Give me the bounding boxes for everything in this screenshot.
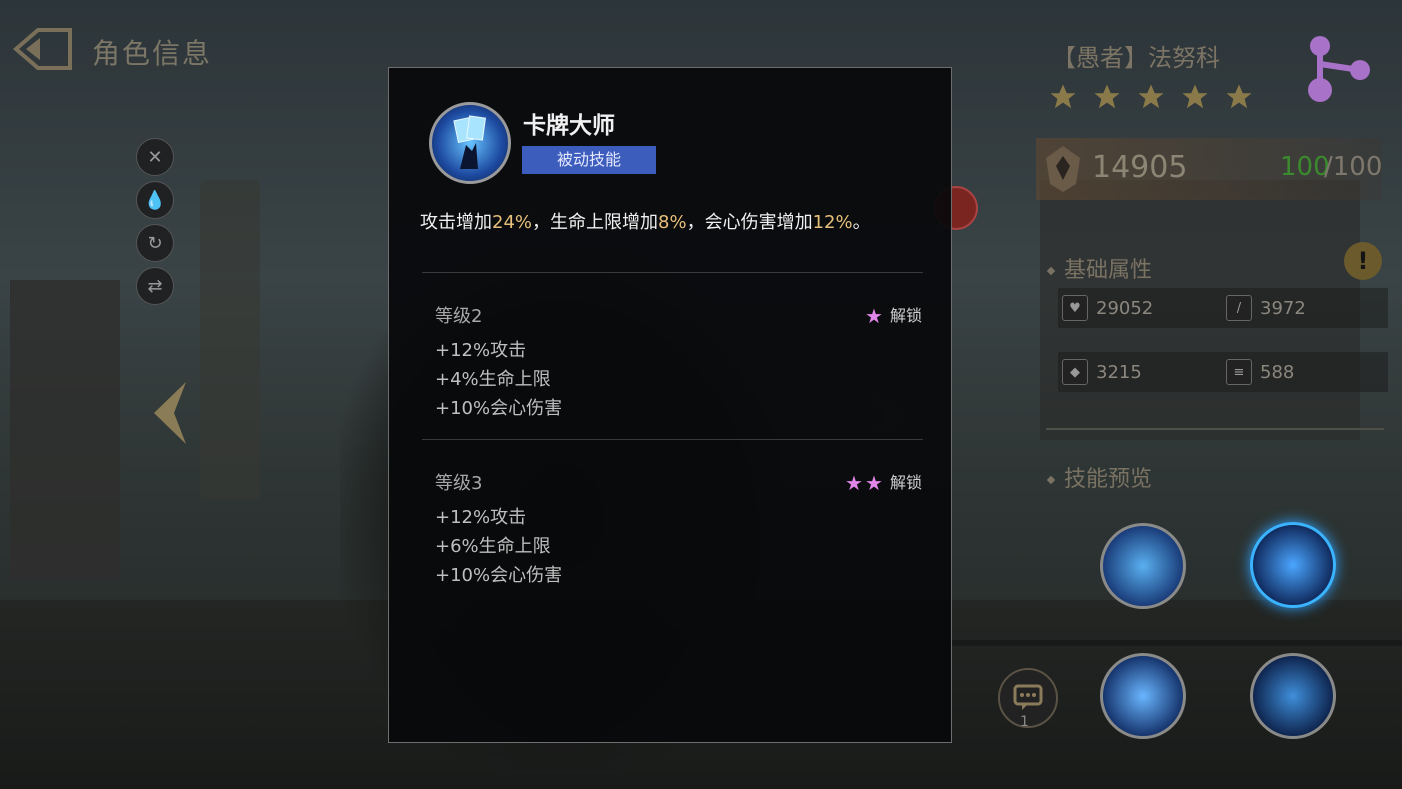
skill-slot-card-master[interactable] <box>1250 522 1336 608</box>
star-icon <box>1182 84 1208 109</box>
attr-attack: / 3972 <box>1226 295 1306 321</box>
level-3-bonus-crit: +10%会心伤害 <box>435 565 563 586</box>
level-2-unlock: ★ 解锁 <box>865 304 923 328</box>
level-3-bonus-attack: +12%攻击 <box>435 507 527 528</box>
combat-power-value: 14905 <box>1092 150 1188 185</box>
attr-hp: ♥ 29052 <box>1062 295 1153 321</box>
skill-slot-cards-fan[interactable] <box>1100 523 1186 609</box>
hero-stars <box>1048 82 1254 112</box>
pink-star-icon: ★ <box>845 471 863 495</box>
level-3-title: 等级3 <box>435 473 483 494</box>
crossed-swords-icon[interactable]: ✕ <box>136 138 174 176</box>
side-icon-column: ✕ 💧 ↻ ⇄ <box>136 138 174 310</box>
hero-name: 【愚者】法努科 <box>1052 44 1220 72</box>
level-3-bonus-hp: +6%生命上限 <box>435 536 551 557</box>
star-icon <box>1226 84 1252 109</box>
basic-attributes-title: 基础属性 <box>1046 252 1152 284</box>
card-master-skill-icon <box>429 102 511 184</box>
back-arrow-icon <box>12 28 72 70</box>
divider <box>1046 428 1384 430</box>
heart-icon: ♥ <box>1062 295 1088 321</box>
speed-icon: ≡ <box>1226 359 1252 385</box>
previous-hero-button[interactable] <box>150 380 190 446</box>
attr-defense: ◆ 3215 <box>1062 359 1142 385</box>
attr-speed: ≡ 588 <box>1226 359 1294 385</box>
page-title: 角色信息 <box>92 37 213 70</box>
pink-star-icon: ★ <box>864 471 883 495</box>
level-2-title: 等级2 <box>435 306 483 327</box>
back-button[interactable] <box>12 26 74 72</box>
swap-icon[interactable]: ⇄ <box>136 267 174 305</box>
star-icon <box>1138 84 1164 109</box>
pink-star-icon: ★ <box>865 304 883 328</box>
skill-type-badge: 被动技能 <box>522 146 656 174</box>
skill-preview-title: 技能预览 <box>1046 461 1152 493</box>
share-arrow-icon[interactable]: ↻ <box>136 224 174 262</box>
chevron-left-icon <box>154 382 186 444</box>
skill-slot-circus-tent[interactable] <box>1100 653 1186 739</box>
skill-slot-shadow-face[interactable] <box>1250 653 1336 739</box>
skill-name: 卡牌大师 <box>523 113 615 139</box>
star-icon <box>1050 84 1076 109</box>
stamina-max: /100 <box>1324 152 1383 182</box>
level-2-bonus-crit: +10%会心伤害 <box>435 398 563 419</box>
separator <box>422 439 923 440</box>
chat-count: 1 <box>1020 714 1029 730</box>
level-2-bonus-hp: +4%生命上限 <box>435 369 551 390</box>
star-icon <box>1094 84 1120 109</box>
power-emblem-icon <box>1042 144 1084 194</box>
skill-tree-button[interactable] <box>1296 34 1378 106</box>
node-tree-icon <box>1308 36 1370 102</box>
water-drop-icon[interactable]: 💧 <box>136 181 174 219</box>
info-button[interactable]: ! <box>1344 242 1382 280</box>
separator <box>422 272 923 273</box>
skill-detail-modal[interactable]: 卡牌大师 被动技能 攻击增加24%，生命上限增加8%，会心伤害增加12%。 等级… <box>388 67 952 743</box>
level-3-unlock: ★ ★ 解锁 <box>845 471 922 495</box>
stamina-current: 100 <box>1280 152 1330 182</box>
shield-icon: ◆ <box>1062 359 1088 385</box>
level-2-bonus-attack: +12%攻击 <box>435 340 527 361</box>
sword-icon: / <box>1226 295 1252 321</box>
skill-description: 攻击增加24%，生命上限增加8%，会心伤害增加12%。 <box>420 212 871 233</box>
